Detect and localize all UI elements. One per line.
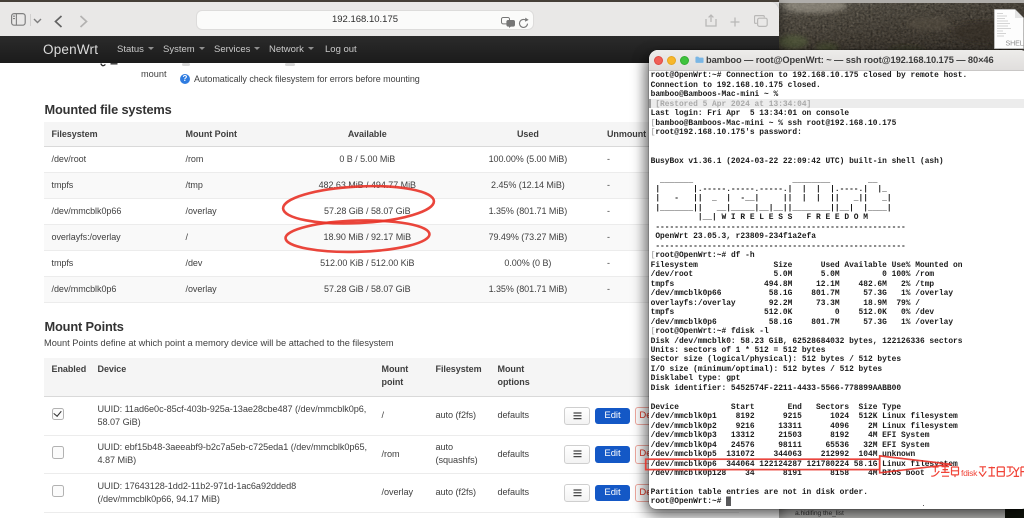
svg-text:fdisk: fdisk [961,468,978,478]
